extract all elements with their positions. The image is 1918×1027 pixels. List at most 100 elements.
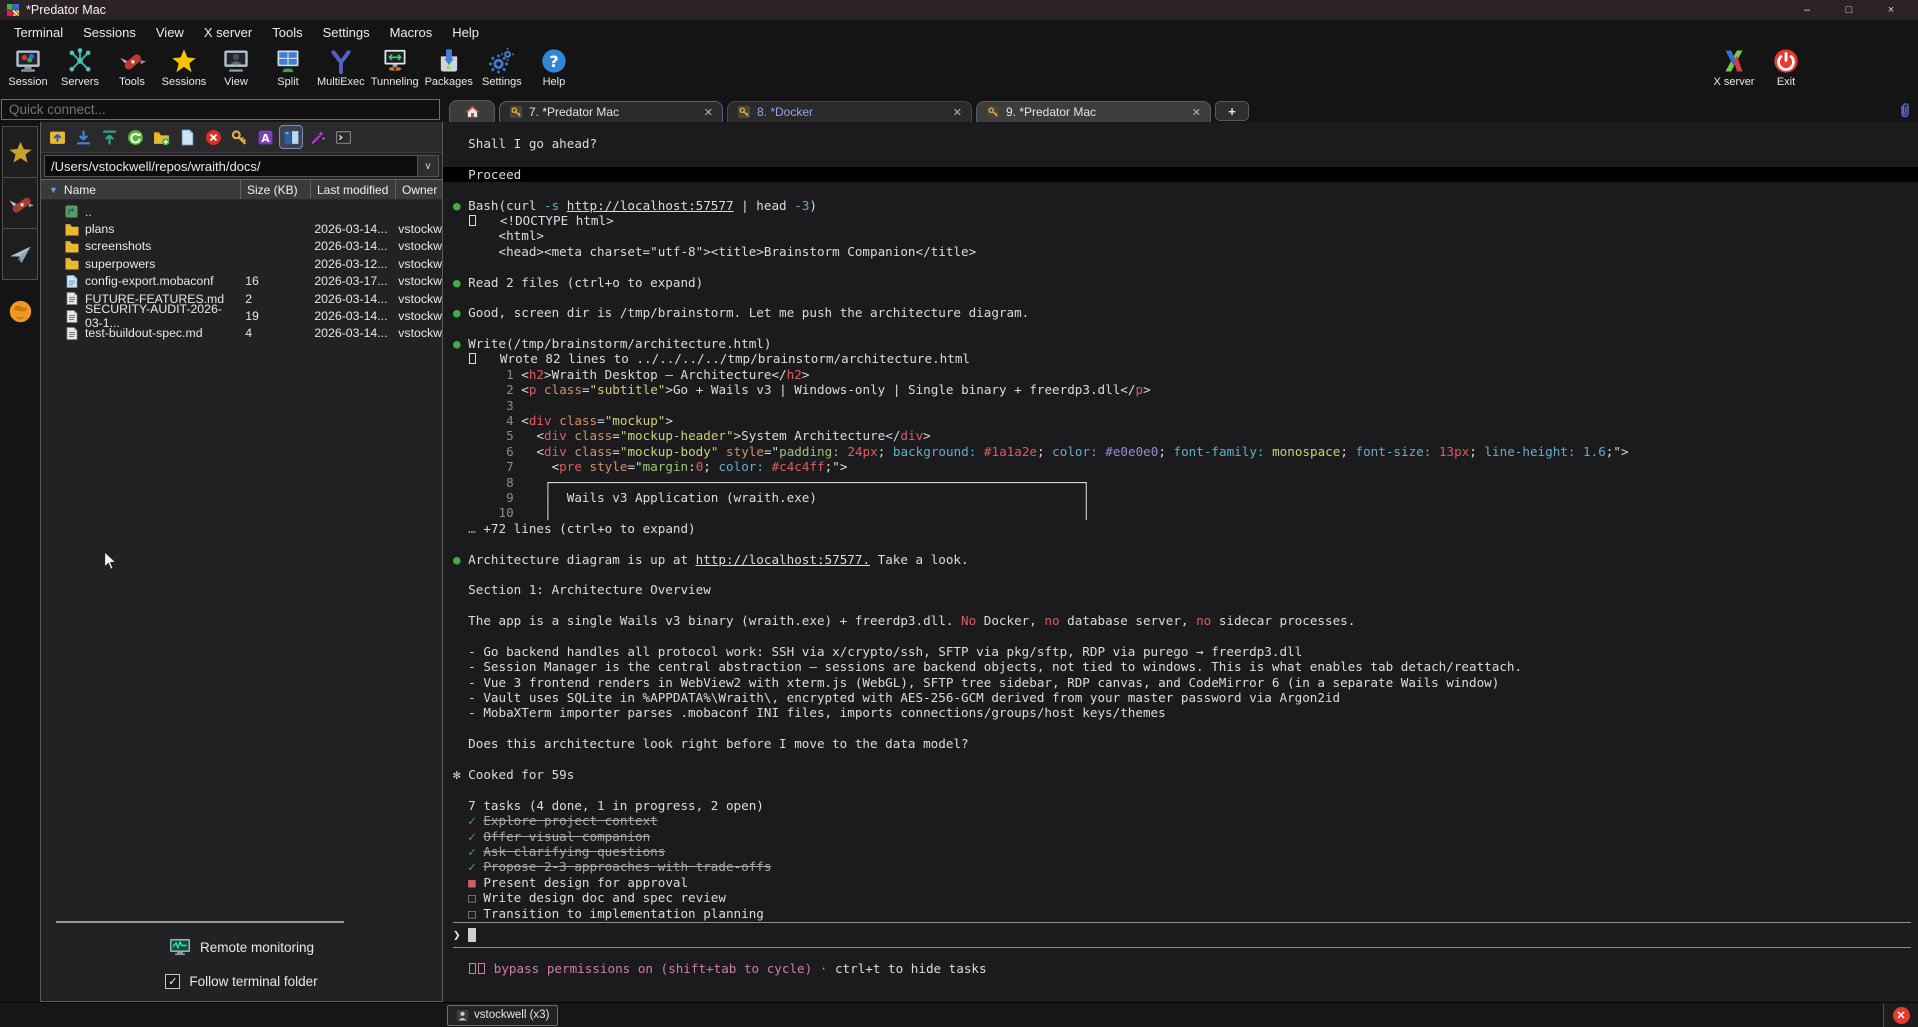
menu-item-sessions[interactable]: Sessions [73, 25, 146, 40]
column-header-owner[interactable]: Owner [396, 180, 442, 199]
file-row[interactable]: SECURITY-AUDIT-2026-03-1...192026-03-14.… [41, 307, 442, 324]
parent-folder-icon[interactable] [46, 126, 68, 148]
toolbar-help-button[interactable]: ?Help [528, 45, 580, 88]
minimize-button[interactable]: – [1786, 0, 1828, 20]
tab-session-9-predator-mac[interactable]: 9. *Predator Mac✕ [976, 101, 1211, 122]
remote-monitoring-item[interactable]: Remote monitoring [41, 935, 442, 959]
new-file-icon[interactable] [176, 126, 198, 148]
user-icon [456, 1009, 469, 1022]
terminal-text: =" [764, 444, 779, 459]
file-row[interactable]: plans2026-03-14...vstockw [41, 220, 442, 237]
menu-item-view[interactable]: View [146, 25, 194, 40]
toolbar-label-tunneling: Tunneling [371, 76, 419, 88]
toolbar-servers-button[interactable]: Servers [54, 45, 106, 88]
toolbar-view-button[interactable]: View [210, 45, 262, 88]
tab-session-7-predator-mac[interactable]: 7. *Predator Mac✕ [499, 101, 723, 122]
file-row[interactable]: test-buildout-spec.md42026-03-14...vstoc… [41, 325, 442, 342]
menu-item-help[interactable]: Help [442, 25, 489, 40]
tray-globe-icon[interactable] [7, 298, 34, 330]
tab-close-icon[interactable]: ✕ [1184, 106, 1201, 119]
file-row[interactable]: config-export.mobaconf162026-03-17...vst… [41, 273, 442, 290]
terminal-line: 4 <div class="mockup"> [453, 413, 1918, 428]
toolbar-packages-button[interactable]: Packages [422, 45, 476, 88]
refresh-icon[interactable] [124, 126, 146, 148]
terminal-text: >Go + Wails v3 | Windows-only | Single b… [665, 382, 1135, 397]
terminal-text: Wrote 82 lines to ../../../../tmp/brains… [500, 351, 970, 366]
permissions-icon[interactable]: A [254, 126, 276, 148]
toolbar-session-button[interactable]: Session [2, 45, 54, 88]
maximize-button[interactable]: □ [1828, 0, 1870, 20]
tray-macros-plane-icon[interactable] [2, 228, 38, 280]
terminal-text: - Go backend handles all protocol work: … [453, 644, 1302, 659]
delete-icon[interactable] [202, 126, 224, 148]
toolbar-multiexec-button[interactable]: MultiExec [314, 45, 368, 88]
terminal-input-box[interactable]: ❯ [453, 922, 1911, 948]
terminal-line: - MobaXTerm importer parses .mobaconf IN… [453, 705, 1918, 720]
toolbar-star-button[interactable]: Sessions [158, 45, 210, 88]
tab-close-icon[interactable]: ✕ [945, 106, 962, 119]
wand-icon[interactable] [306, 126, 328, 148]
follow-terminal-checkbox[interactable]: ✓ [165, 974, 180, 989]
terminate-icon[interactable]: ✕ [1893, 1007, 1910, 1024]
tab-session-8-docker[interactable]: 8. *Docker ✕ [727, 101, 972, 122]
file-name-cell: plans [41, 222, 238, 236]
file-modified: 2026-03-14... [307, 222, 391, 236]
file-panel-footer: Remote monitoring ✓ Follow terminal fold… [41, 921, 442, 1001]
terminal-text: · [812, 961, 835, 976]
terminal-area[interactable]: Shall I go ahead? Proceed ● Bash(curl -s… [443, 122, 1918, 1002]
toolbar-xserver-button[interactable]: X server [1708, 45, 1760, 88]
column-header-name[interactable]: ▼ Name [41, 180, 241, 199]
terminal-line: ● Architecture diagram is up at http://l… [453, 552, 1918, 567]
tray-tools-knife-icon[interactable] [2, 177, 38, 229]
file-row[interactable]: superpowers2026-03-12...vstockw [41, 255, 442, 272]
settings-icon [488, 47, 516, 75]
terminal-line: ✓ Propose 2-3 approaches with trade-offs [453, 859, 1918, 874]
terminal-text: -s [544, 198, 567, 213]
terminal-text: +72 lines (ctrl+o to expand) [483, 521, 695, 536]
toolbar-settings-button[interactable]: Settings [476, 45, 528, 88]
menu-item-terminal[interactable]: Terminal [4, 25, 73, 40]
key-icon [986, 105, 1000, 119]
file-name-cell: superpowers [41, 257, 238, 271]
column-header-modified[interactable]: Last modified [311, 180, 396, 199]
menu-item-macros[interactable]: Macros [380, 25, 443, 40]
toolbar-exit-button[interactable]: Exit [1760, 45, 1812, 88]
terminal-text: │ Wails v3 Application (wraith.exe) │ [521, 490, 1090, 505]
tab-home[interactable] [449, 100, 495, 122]
toolbar-split-button[interactable]: Split [262, 45, 314, 88]
file-name: .. [85, 205, 92, 219]
new-tab-button[interactable]: + [1215, 101, 1249, 121]
paperclip-icon[interactable] [1897, 102, 1913, 120]
key-icon[interactable] [228, 126, 250, 148]
session-status-tab[interactable]: vstockwell (x3) [447, 1005, 558, 1026]
folder-icon [65, 240, 79, 253]
terminal-icon[interactable] [332, 126, 354, 148]
proceed-option[interactable]: Proceed [443, 167, 1918, 182]
view-icon [222, 47, 250, 75]
menu-item-tools[interactable]: Tools [262, 25, 312, 40]
download-icon[interactable] [72, 126, 94, 148]
path-dropdown-button[interactable]: ∨ [418, 155, 439, 177]
close-button[interactable]: × [1870, 0, 1912, 20]
tab-close-icon[interactable]: ✕ [696, 106, 713, 119]
mouse-cursor [100, 550, 122, 572]
terminal-text: >Wraith Desktop — Architecture</ [544, 367, 787, 382]
menu-item-settings[interactable]: Settings [313, 25, 380, 40]
column-header-size[interactable]: Size (KB) [241, 180, 311, 199]
terminal-text: Propose 2-3 approaches with trade-offs [483, 859, 771, 874]
toolbar-tunneling-button[interactable]: Tunneling [368, 45, 422, 88]
tray-sessions-star-icon[interactable] [2, 126, 38, 178]
path-input[interactable] [44, 155, 418, 177]
upload-icon[interactable] [98, 126, 120, 148]
quick-connect-input[interactable] [1, 99, 440, 120]
new-folder-icon[interactable] [150, 126, 172, 148]
terminal-text: The app is a single Wails v3 binary (wra… [453, 613, 961, 628]
tab-label: 8. *Docker [757, 105, 939, 119]
terminal-text: 4 [453, 413, 521, 428]
file-row[interactable]: .. [41, 203, 442, 220]
toolbar-label-help: Help [543, 76, 566, 88]
menu-item-x-server[interactable]: X server [194, 25, 262, 40]
file-row[interactable]: screenshots2026-03-14...vstockw [41, 238, 442, 255]
toolbar-tools-button[interactable]: Tools [106, 45, 158, 88]
dual-pane-icon[interactable] [280, 126, 302, 148]
